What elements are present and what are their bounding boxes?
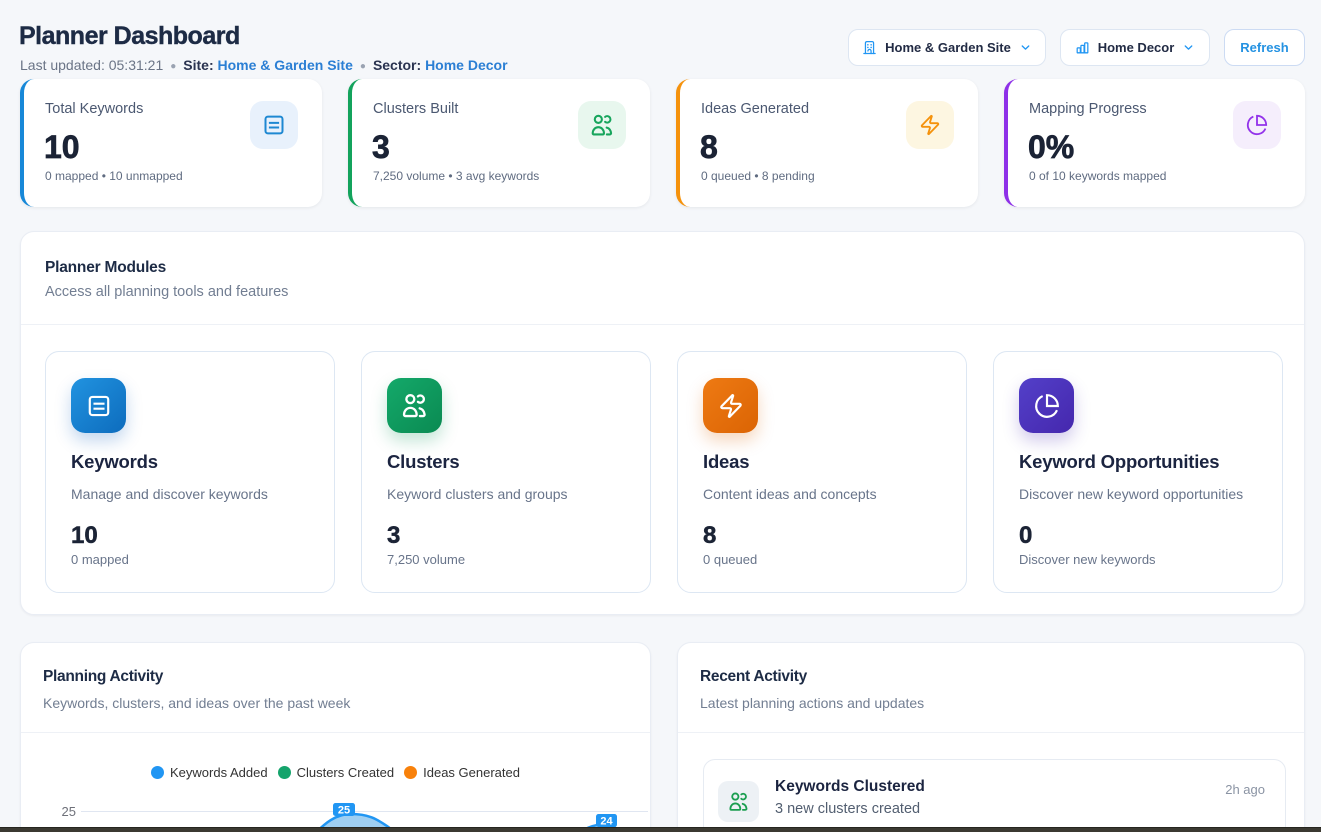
svg-text:25: 25 bbox=[62, 804, 76, 819]
svg-text:25: 25 bbox=[338, 805, 350, 817]
